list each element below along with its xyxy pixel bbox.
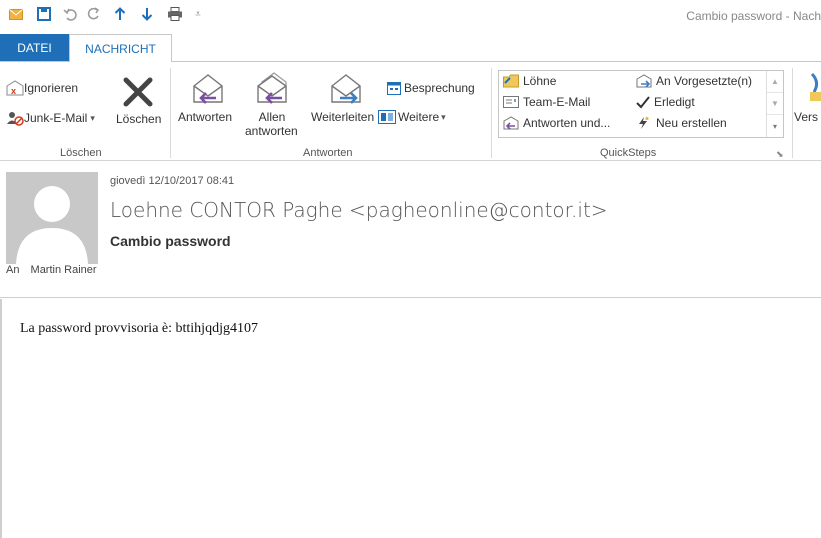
ignore-label: Ignorieren — [24, 81, 79, 95]
delete-label: Löschen — [116, 112, 162, 126]
tab-file[interactable]: DATEI — [0, 34, 69, 61]
avatar — [6, 172, 98, 264]
arrow-down-icon[interactable] — [139, 6, 155, 22]
customize-toolbar-icon[interactable]: ⩡ — [190, 6, 206, 22]
forward-icon — [331, 74, 361, 104]
more-label: Weitere — [398, 110, 440, 124]
message-body[interactable]: La password provvisoria è: bttihjqdjg410… — [0, 299, 821, 538]
more-icon — [378, 110, 396, 124]
quickstep-create-new[interactable]: Neu erstellen — [636, 116, 727, 130]
gallery-more-icon[interactable]: ▾ — [767, 115, 783, 137]
scroll-down-icon[interactable]: ▼ — [767, 93, 783, 115]
junk-label: Junk-E-Mail — [24, 111, 88, 125]
group-label-quicksteps: QuickSteps — [600, 147, 657, 159]
reply-all-label-2: antworten — [245, 124, 298, 138]
print-icon[interactable] — [167, 6, 183, 22]
redo-icon[interactable] — [86, 6, 102, 22]
quickstep-reply-delete[interactable]: Antworten und... — [503, 116, 610, 130]
quickstep-label: Erledigt — [654, 95, 695, 109]
more-respond-button[interactable]: Weitere ▾ — [378, 110, 446, 124]
meeting-label: Besprechung — [404, 81, 475, 95]
reply-mail-icon — [503, 116, 519, 130]
message-subject: Cambio password — [110, 233, 231, 249]
group-separator — [170, 68, 171, 158]
quicksteps-gallery: Löhne An Vorgesetzte(n) Team-E-Mail Erle… — [498, 70, 784, 138]
person-icon — [16, 186, 88, 264]
message-body-text: La password provvisoria è: bttihjqdjg410… — [20, 321, 258, 336]
reply-all-label-1: Allen — [258, 110, 286, 124]
meeting-button[interactable]: Besprechung — [387, 81, 475, 95]
ignore-icon: x — [6, 80, 24, 96]
ignore-button[interactable]: x Ignorieren — [6, 80, 78, 96]
group-separator — [491, 68, 492, 158]
reply-icon — [193, 74, 223, 104]
move-icon — [810, 72, 821, 101]
tab-message[interactable]: NACHRICHT — [69, 34, 172, 62]
move-label: Vers — [794, 110, 819, 124]
quickstep-to-manager[interactable]: An Vorgesetzte(n) — [636, 74, 752, 88]
to-label: An — [6, 264, 20, 276]
team-mail-icon — [503, 96, 519, 108]
quickstep-done[interactable]: Erledigt — [636, 95, 695, 109]
arrow-up-icon[interactable] — [112, 6, 128, 22]
window-title: Cambio password - Nach — [686, 9, 821, 23]
message-sender[interactable]: Loehne CONTOR Paghe <pagheonline@contor.… — [110, 198, 608, 222]
quickstep-team-email[interactable]: Team-E-Mail — [503, 95, 590, 109]
quickstep-label: Antworten und... — [523, 116, 611, 130]
folder-icon — [503, 74, 519, 88]
recipient-name[interactable]: Martin Rainer — [31, 264, 97, 276]
ribbon-tabs: DATEI NACHRICHT — [0, 34, 821, 62]
quick-access-toolbar: ⩡ Cambio password - Nach — [0, 0, 821, 30]
delete-icon — [123, 77, 153, 107]
undo-icon[interactable] — [62, 6, 78, 22]
checkmark-icon — [636, 96, 650, 109]
quicksteps-scrollbar[interactable]: ▲ ▼ ▾ — [766, 71, 783, 137]
meeting-icon — [387, 82, 401, 95]
forward-mail-icon — [636, 74, 652, 88]
save-icon[interactable] — [36, 6, 52, 22]
forward-label: Weiterleiten — [311, 110, 375, 124]
group-label-delete: Löschen — [60, 147, 102, 159]
message-header: giovedì 12/10/2017 08:41 Loehne CONTOR P… — [0, 162, 821, 298]
dropdown-arrow-icon: ▾ — [441, 111, 446, 122]
junk-icon — [7, 112, 24, 126]
dropdown-arrow-icon: ▾ — [90, 112, 95, 123]
dialog-launcher-icon[interactable]: ⬊ — [776, 149, 784, 160]
reply-all-icon — [257, 72, 287, 104]
scroll-up-icon[interactable]: ▲ — [767, 71, 783, 93]
group-label-respond: Antworten — [303, 147, 353, 159]
svg-text:x: x — [11, 86, 16, 96]
group-separator — [792, 68, 793, 158]
quickstep-label: Löhne — [523, 74, 557, 88]
recipient-line: An Martin Rainer — [6, 264, 97, 276]
lightning-icon — [639, 116, 649, 129]
mail-icon — [8, 6, 24, 22]
ribbon: x Ignorieren Junk-E-Mail ▾ Löschen Lösch… — [0, 61, 821, 161]
junk-email-button[interactable]: Junk-E-Mail ▾ — [6, 110, 95, 126]
reply-label: Antworten — [178, 110, 233, 124]
message-date: giovedì 12/10/2017 08:41 — [110, 175, 235, 187]
quickstep-label: Team-E-Mail — [523, 95, 591, 109]
quickstep-loehne[interactable]: Löhne — [503, 74, 556, 88]
quickstep-label: An Vorgesetzte(n) — [656, 74, 753, 88]
quickstep-label: Neu erstellen — [656, 116, 727, 130]
